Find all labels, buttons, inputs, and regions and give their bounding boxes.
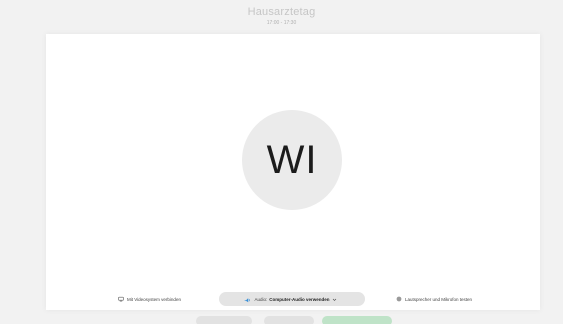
self-preview-panel: WI Mit Videosystem verbinden Audio: Comp… (46, 34, 540, 310)
meeting-header: Hausarztetag 17:00 - 17:30 (0, 6, 563, 27)
connect-video-system-button[interactable]: Mit Videosystem verbinden (118, 292, 181, 306)
test-speaker-mic-label: Lautsprecher und Mikrofon testen (405, 296, 473, 302)
join-options-bar: Mit Videosystem verbinden Audio: Compute… (46, 292, 540, 306)
test-speaker-mic-button[interactable]: Lautsprecher und Mikrofon testen (396, 292, 472, 306)
footer-control-1[interactable] (196, 316, 252, 324)
join-meeting-button[interactable] (322, 316, 392, 324)
avatar-initials: WI (266, 137, 318, 182)
video-system-icon (118, 296, 124, 302)
audio-prefix-label: Audio: (254, 296, 268, 302)
connect-video-system-label: Mit Videosystem verbinden (127, 296, 181, 302)
meeting-time: 17:00 - 17:30 (266, 20, 297, 26)
meeting-preview-screen: Hausarztetag 17:00 - 17:30 WI Mit Videos… (0, 0, 563, 324)
audio-selected-value: Computer-Audio verwenden (269, 296, 330, 302)
speaker-test-icon (396, 296, 402, 302)
chevron-down-icon (332, 298, 336, 301)
audio-icon (245, 297, 251, 302)
avatar: WI (242, 110, 342, 210)
footer-control-2[interactable] (264, 316, 314, 324)
audio-select-dropdown[interactable]: Audio: Computer-Audio verwenden (219, 292, 365, 306)
meeting-title: Hausarztetag (247, 6, 316, 18)
